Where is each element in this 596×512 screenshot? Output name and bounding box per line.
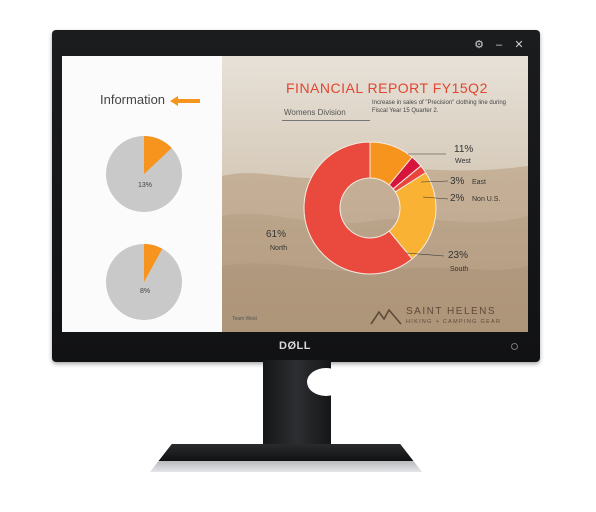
report-panel: FINANCIAL REPORT FY15Q2 Womens Division … bbox=[222, 56, 528, 332]
value-west: 11% bbox=[454, 144, 474, 155]
minimize-icon[interactable]: – bbox=[494, 40, 504, 51]
dell-logo: DØLL bbox=[279, 340, 311, 352]
pie-label-8: 8% bbox=[140, 288, 151, 295]
brand-tagline: HIKING + CAMPING GEAR bbox=[406, 319, 502, 325]
pie-chart-8 bbox=[106, 244, 182, 320]
window-controls: ⚙ – ✕ bbox=[474, 40, 524, 51]
stand-cable-hole bbox=[307, 368, 345, 396]
info-panel: Information 13% 8% bbox=[62, 56, 222, 332]
label-non-us: Non U.S. bbox=[472, 196, 501, 203]
monitor-base bbox=[150, 444, 422, 472]
label-west: West bbox=[455, 158, 471, 165]
power-button[interactable] bbox=[511, 343, 518, 350]
close-icon[interactable]: ✕ bbox=[514, 40, 524, 51]
info-title: Information bbox=[100, 92, 166, 107]
value-east: 3% bbox=[450, 176, 465, 187]
team-label: Team West bbox=[232, 316, 257, 322]
leader-lines bbox=[405, 153, 449, 257]
pie-label-13: 13% bbox=[138, 182, 153, 189]
label-east: East bbox=[472, 179, 487, 186]
value-non-us: 2% bbox=[450, 193, 465, 204]
value-north: 61% bbox=[266, 229, 287, 240]
brand-name: SAINT HELENS bbox=[406, 306, 497, 317]
label-north: North bbox=[270, 245, 288, 252]
mountain-icon bbox=[370, 308, 402, 325]
label-south: South bbox=[450, 266, 469, 273]
arrow-left-icon bbox=[170, 96, 200, 106]
pie-chart-13 bbox=[106, 136, 182, 212]
settings-icon[interactable]: ⚙ bbox=[474, 40, 484, 51]
screen: Information 13% 8% FINANCIAL REPORT FY15… bbox=[62, 56, 528, 332]
value-south: 23% bbox=[448, 250, 469, 261]
